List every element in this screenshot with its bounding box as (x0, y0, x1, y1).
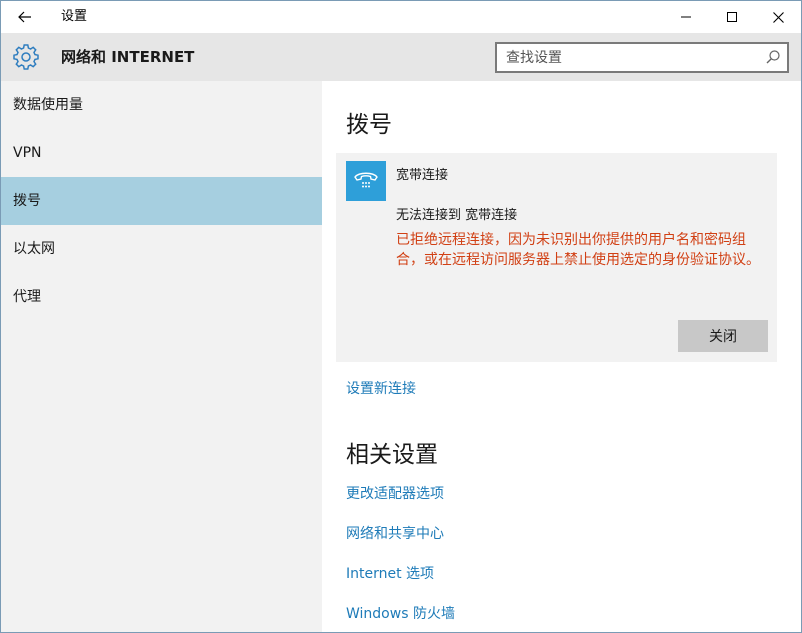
close-button[interactable]: 关闭 (678, 320, 768, 352)
close-icon (772, 11, 784, 23)
related-settings-heading: 相关设置 (346, 442, 438, 468)
sidebar-item-proxy[interactable]: 代理 (1, 273, 322, 321)
back-arrow-icon (18, 11, 31, 23)
change-adapter-options-link[interactable]: 更改适配器选项 (346, 483, 444, 503)
minimize-button[interactable] (663, 1, 709, 33)
back-button[interactable] (1, 1, 49, 33)
app-title: 设置 (61, 9, 88, 24)
error-message: 已拒绝远程连接，因为未识别出你提供的用户名和密码组合，或在远程访问服务器上禁止使… (396, 232, 760, 268)
connection-name: 宽带连接 (396, 168, 449, 183)
setup-new-connection-link[interactable]: 设置新连接 (346, 378, 416, 398)
page-title: 网络和 INTERNET (61, 48, 195, 66)
sidebar-item-ethernet[interactable]: 以太网 (1, 225, 322, 273)
search-icon[interactable] (765, 49, 781, 65)
internet-options-link[interactable]: Internet 选项 (346, 563, 434, 583)
connection-card[interactable]: 宽带连接 无法连接到 宽带连接 已拒绝远程连接，因为未识别出你提供的用户名和密码… (336, 153, 777, 362)
windows-firewall-link[interactable]: Windows 防火墙 (346, 603, 455, 623)
sidebar-item-data-usage[interactable]: 数据使用量 (1, 81, 322, 129)
close-window-button[interactable] (755, 1, 801, 33)
sidebar-item-vpn[interactable]: VPN (1, 129, 322, 177)
network-sharing-center-link[interactable]: 网络和共享中心 (346, 523, 444, 543)
section-heading: 拨号 (346, 112, 392, 138)
page-header: 网络和 INTERNET (1, 33, 801, 81)
main-content: 拨号 宽带连接 无法连接到 宽带连接 已拒绝远程连接，因为未识别出你提供的用户名… (322, 81, 801, 632)
search-input[interactable] (497, 44, 757, 71)
dialup-phone-icon (346, 161, 386, 201)
sidebar: 数据使用量 VPN 拨号 以太网 代理 (1, 81, 322, 632)
error-title: 无法连接到 宽带连接 (396, 208, 518, 223)
settings-window: 设置 网络和 INTERNET 查找设置 数据使用量 VPN 拨号 以太网 代理… (0, 0, 802, 633)
sidebar-item-dialup[interactable]: 拨号 (1, 177, 322, 225)
title-bar: 设置 (1, 1, 801, 33)
minimize-icon (681, 16, 691, 18)
maximize-icon (727, 12, 737, 22)
gear-icon (13, 44, 39, 70)
maximize-button[interactable] (709, 1, 755, 33)
search-box[interactable] (495, 42, 789, 73)
